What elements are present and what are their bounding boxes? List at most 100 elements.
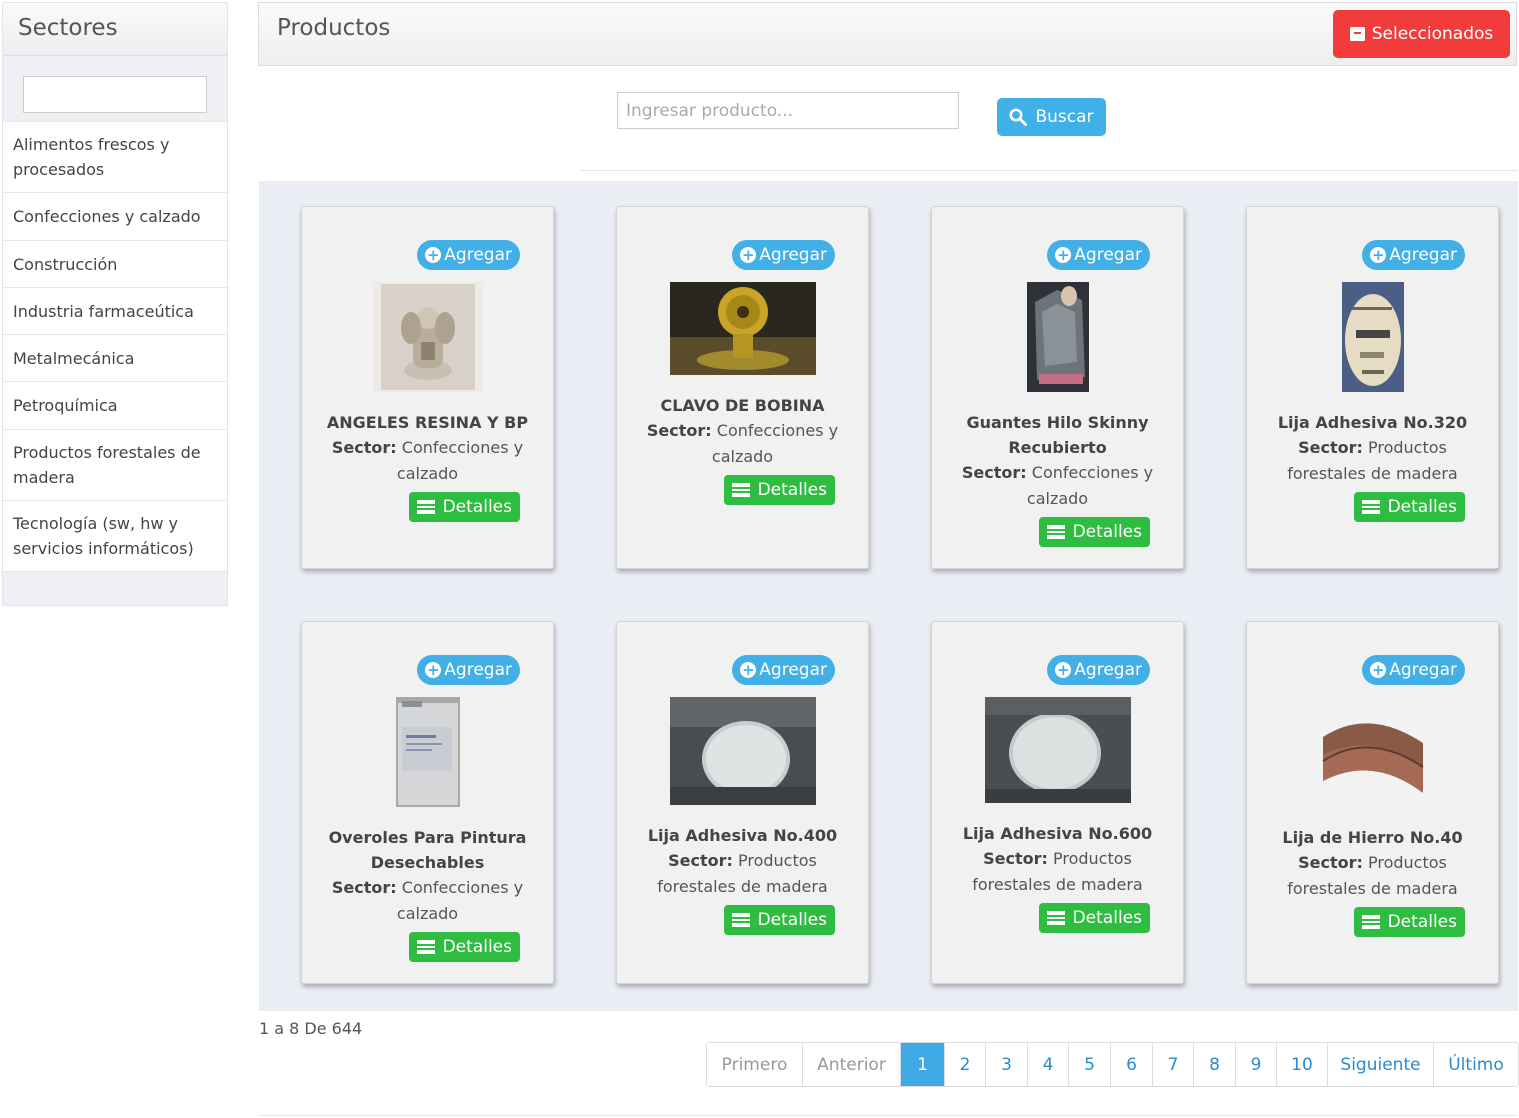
product-sector: Sector: Productos forestales de madera: [617, 848, 868, 900]
plus-circle-icon: +: [425, 246, 442, 264]
plus-circle-icon: +: [1370, 661, 1387, 679]
details-button[interactable]: Detalles: [408, 492, 520, 522]
details-button[interactable]: Detalles: [1353, 907, 1465, 937]
details-button[interactable]: Detalles: [723, 905, 835, 935]
details-button[interactable]: Detalles: [408, 932, 520, 962]
details-button-label: Detalles: [757, 480, 827, 500]
sidebar-item-alimentos[interactable]: Alimentos frescos y procesados: [3, 121, 227, 192]
list-icon: [731, 483, 750, 497]
product-card-body: CLAVO DE BOBINA Sector: Confecciones y c…: [617, 282, 868, 505]
add-product-button[interactable]: + Agregar: [1047, 655, 1150, 685]
results-count: 1 a 8 De 644: [259, 1019, 363, 1038]
product-sector: Sector: Productos forestales de madera: [1247, 850, 1498, 902]
sidebar-item-tecnologia[interactable]: Tecnología (sw, hw y servicios informáti…: [3, 500, 227, 572]
product-image[interactable]: [372, 282, 483, 392]
product-card-body: Lija Adhesiva No.320 Sector: Productos f…: [1247, 282, 1498, 522]
sidebar-item-petroquimica[interactable]: Petroquímica: [3, 381, 227, 429]
sector-label: Sector:: [1298, 853, 1363, 872]
product-name: CLAVO DE BOBINA: [660, 396, 825, 415]
product-name: Overoles Para Pintura Desechables: [328, 828, 527, 872]
details-button[interactable]: Detalles: [1038, 517, 1150, 547]
add-product-button[interactable]: + Agregar: [732, 655, 835, 685]
page-9[interactable]: 9: [1235, 1043, 1276, 1086]
product-image[interactable]: [1318, 697, 1427, 807]
sidebar-item-confecciones[interactable]: Confecciones y calzado: [3, 192, 227, 240]
list-icon: [1361, 915, 1380, 929]
add-button-label: Agregar: [1074, 660, 1142, 680]
plus-circle-icon: +: [740, 246, 757, 264]
add-product-button[interactable]: + Agregar: [1047, 240, 1150, 270]
details-button[interactable]: Detalles: [1353, 492, 1465, 522]
sector-label: Sector:: [983, 849, 1048, 868]
product-search-input[interactable]: [617, 92, 959, 129]
page-6[interactable]: 6: [1110, 1043, 1152, 1086]
sidebar-item-construccion[interactable]: Construcción: [3, 240, 227, 287]
product-card: + Agregar ANGELES RESINA Y BP Sector: Con…: [301, 206, 554, 569]
product-card: + Agregar Lija Adhesiva No.320 Sector: Pr…: [1246, 206, 1499, 569]
product-image[interactable]: [395, 697, 460, 807]
details-button[interactable]: Detalles: [723, 475, 835, 505]
page-2[interactable]: 2: [944, 1043, 985, 1086]
add-button-label: Agregar: [444, 245, 512, 265]
product-name: Lija de Hierro No.40: [1282, 828, 1463, 847]
page-1[interactable]: 1: [900, 1043, 944, 1086]
sector-label: Sector:: [331, 438, 397, 457]
product-image[interactable]: [984, 697, 1131, 803]
add-product-button[interactable]: + Agregar: [1362, 655, 1465, 685]
bottom-divider: [259, 1115, 1518, 1116]
sidebar-item-farmaceutica[interactable]: Industria farmaceútica: [3, 287, 227, 334]
product-image[interactable]: [1341, 282, 1404, 392]
search-button[interactable]: Buscar: [997, 98, 1106, 136]
page-5[interactable]: 5: [1068, 1043, 1110, 1086]
details-button-label: Detalles: [442, 937, 512, 957]
sidebar-item-metalmecanica[interactable]: Metalmecánica: [3, 334, 227, 381]
page-first[interactable]: Primero: [707, 1043, 802, 1086]
add-product-button[interactable]: + Agregar: [417, 655, 520, 685]
pagination: Primero Anterior 1 2 3 4 5 6 7 8 9 10 Si…: [706, 1042, 1519, 1087]
sidebar-item-forestales[interactable]: Productos forestales de madera: [3, 429, 227, 500]
add-button-label: Agregar: [759, 660, 827, 680]
page-title: Productos: [277, 15, 391, 41]
sector-label: Sector:: [331, 878, 397, 897]
product-card-body: Lija Adhesiva No.600 Sector: Productos f…: [932, 697, 1183, 933]
page-8[interactable]: 8: [1193, 1043, 1235, 1086]
sidebar-item-label: Confecciones y calzado: [13, 207, 201, 226]
sidebar-item-label: Metalmecánica: [13, 348, 135, 368]
page-last[interactable]: Último: [1433, 1043, 1518, 1086]
details-button-label: Detalles: [1072, 522, 1142, 542]
product-sector: Sector: Productos forestales de madera: [932, 846, 1183, 898]
product-image[interactable]: [669, 282, 816, 375]
selected-products-button[interactable]: Seleccionados: [1333, 10, 1510, 58]
product-name: Guantes Hilo Skinny Recubierto: [966, 413, 1149, 457]
page-next[interactable]: Siguiente: [1327, 1043, 1433, 1086]
add-product-button[interactable]: + Agregar: [417, 240, 520, 270]
product-image[interactable]: [669, 697, 816, 805]
product-card-body: Lija Adhesiva No.400 Sector: Productos f…: [617, 697, 868, 935]
sector-label: Sector:: [1298, 438, 1363, 457]
page-7[interactable]: 7: [1152, 1043, 1193, 1086]
details-button-label: Detalles: [442, 497, 512, 517]
page-4[interactable]: 4: [1027, 1043, 1068, 1086]
list-icon: [1361, 500, 1380, 514]
add-product-button[interactable]: + Agregar: [732, 240, 835, 270]
plus-circle-icon: +: [425, 661, 442, 679]
page-10[interactable]: 10: [1276, 1043, 1327, 1086]
add-product-button[interactable]: + Agregar: [1362, 240, 1465, 270]
product-image[interactable]: [1026, 282, 1089, 392]
search-icon: [1009, 108, 1028, 126]
page-previous[interactable]: Anterior: [802, 1043, 900, 1086]
product-card: + Agregar Lija Adhesiva No.600 Sector: Pr…: [931, 621, 1184, 984]
plus-circle-icon: +: [1370, 246, 1387, 264]
box-icon: [1349, 27, 1365, 41]
page-3[interactable]: 3: [985, 1043, 1027, 1086]
list-icon: [416, 940, 435, 954]
sidebar-item-label: Industria farmaceútica: [13, 301, 194, 321]
sector-filter-input[interactable]: [23, 76, 207, 113]
list-icon: [731, 913, 750, 927]
sidebar-title: Sectores: [3, 3, 227, 56]
product-card: + Agregar CLAVO DE BOBINA Sector: Confecc…: [616, 206, 869, 569]
add-button-label: Agregar: [1074, 245, 1142, 265]
plus-circle-icon: +: [1055, 246, 1072, 264]
details-button[interactable]: Detalles: [1038, 903, 1150, 933]
sidebar-item-label: Alimentos frescos y procesados: [13, 135, 170, 179]
